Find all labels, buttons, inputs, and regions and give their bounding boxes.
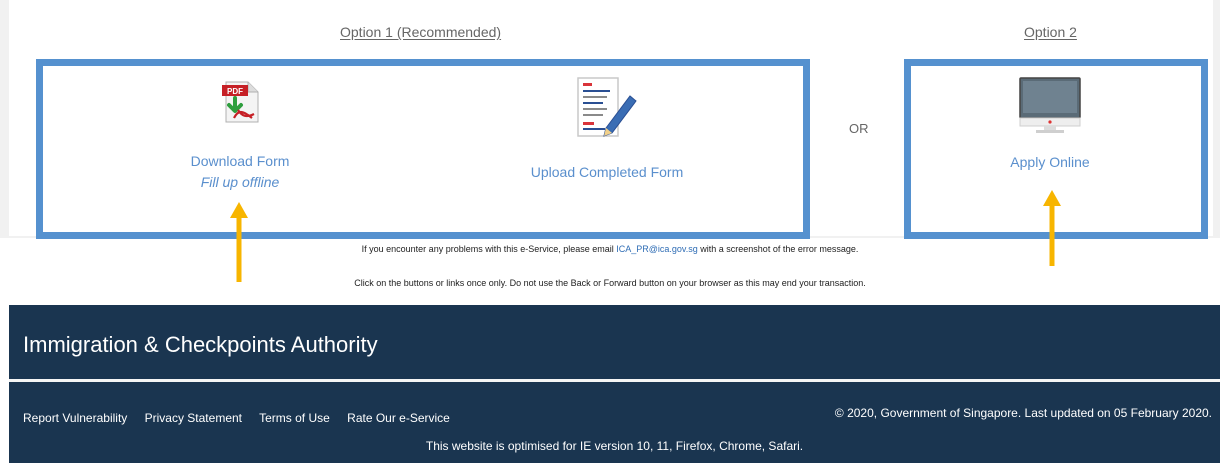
browser-support-text: This website is optimised for IE version… — [425, 439, 804, 453]
copyright-text: © 2020, Government of Singapore. Last up… — [834, 406, 1212, 420]
option2-title: Option 2 — [1024, 24, 1077, 40]
annotation-arrow-icon — [1043, 190, 1061, 266]
report-vulnerability-link[interactable]: Report Vulnerability — [23, 411, 127, 425]
agency-name: Immigration & Checkpoints Authority — [23, 332, 378, 357]
option1-title: Option 1 (Recommended) — [340, 24, 502, 40]
apply-online-label: Apply Online — [1010, 154, 1090, 170]
footer-links: Report Vulnerability Privacy Statement T… — [23, 411, 464, 425]
fill-up-offline-label: Fill up offline — [200, 174, 280, 190]
upload-form-label: Upload Completed Form — [530, 164, 684, 180]
problem-notice-suffix: with a screenshot of the error message. — [697, 244, 859, 254]
annotation-arrow-icon — [230, 202, 248, 282]
or-label: OR — [849, 121, 869, 136]
download-form-label: Download Form — [190, 153, 290, 169]
footer-header: Immigration & Checkpoints Authority — [9, 305, 1220, 379]
support-email-link[interactable]: ICA_PR@ica.gov.sg — [616, 244, 698, 254]
upload-form-tile[interactable]: Upload Completed Form — [515, 76, 699, 180]
pdf-download-icon: PDF — [222, 81, 259, 123]
terms-of-use-link[interactable]: Terms of Use — [259, 411, 330, 425]
problem-notice: If you encounter any problems with this … — [0, 244, 1220, 254]
click-once-notice: Click on the buttons or links once only.… — [354, 278, 866, 288]
footer-links-bar: Report Vulnerability Privacy Statement T… — [9, 382, 1220, 463]
rate-e-service-link[interactable]: Rate Our e-Service — [347, 411, 450, 425]
apply-online-tile[interactable]: Apply Online — [1000, 76, 1100, 170]
monitor-icon — [1019, 77, 1081, 133]
document-edit-icon — [577, 77, 637, 137]
download-form-tile[interactable]: PDF Download Form Fill up offline — [170, 80, 310, 190]
privacy-statement-link[interactable]: Privacy Statement — [145, 411, 242, 425]
svg-text:PDF: PDF — [227, 87, 243, 96]
problem-notice-prefix: If you encounter any problems with this … — [361, 244, 617, 254]
